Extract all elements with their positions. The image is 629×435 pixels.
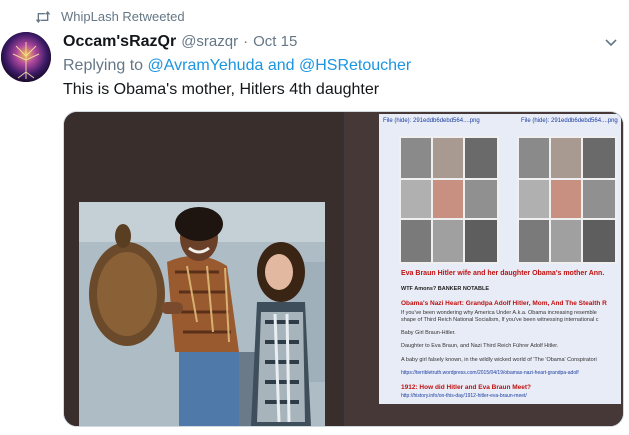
retweet-label[interactable]: WhipLash Retweeted: [61, 9, 185, 24]
doc-paragraph: shape of Third Reich National Socialism,…: [401, 317, 599, 323]
retweet-icon: [35, 10, 51, 24]
reply-and: and: [263, 57, 299, 74]
user-handle[interactable]: @srazqr: [181, 33, 238, 50]
more-options-chevron-icon[interactable]: [603, 34, 619, 50]
screenshot-page: File (hide): 291eddb6debd564....png File…: [379, 114, 621, 404]
media-photo-right[interactable]: File (hide): 291eddb6debd564....png File…: [344, 112, 623, 426]
doc-heading: Obama's Nazi Heart: Grandpa Adolf Hitler…: [401, 300, 607, 307]
tweet-media[interactable]: File (hide): 291eddb6debd564....png File…: [63, 111, 624, 427]
file-label: File (hide): 291eddb6debd564....png: [521, 118, 618, 124]
reply-user-link[interactable]: @AvramYehuda: [148, 57, 264, 74]
collage-image: [399, 136, 499, 264]
doc-caption: Eva Braun Hitler wife and her daughter O…: [401, 270, 605, 277]
tweet-header: Occam'sRazQr @srazqr · Oct 15: [63, 33, 297, 51]
display-name[interactable]: Occam'sRazQr: [63, 33, 176, 51]
avatar[interactable]: [1, 32, 51, 82]
collage-image: [517, 136, 617, 264]
media-photo-left[interactable]: [64, 112, 342, 426]
tweet-text: This is Obama's mother, Hitlers 4th daug…: [63, 81, 380, 98]
doc-line: Baby Girl Braun-Hitler.: [401, 330, 456, 336]
doc-line: WTF Amons? BANKER NOTABLE: [401, 286, 489, 292]
doc-line: A baby girl falsely known, in the wildly…: [401, 357, 597, 363]
doc-link: https://terribletruth.wordpress.com/2015…: [401, 370, 579, 376]
file-label: File (hide): 291eddb6debd564....png: [383, 118, 480, 124]
reply-prefix: Replying to: [63, 57, 148, 74]
reply-user-link[interactable]: @HSRetoucher: [299, 57, 411, 74]
doc-paragraph: If you've been wondering why America Und…: [401, 310, 597, 316]
separator-dot: ·: [243, 33, 249, 50]
doc-line: Daughter to Eva Braun, and Nazi Third Re…: [401, 343, 559, 349]
doc-link: http://history.info/on-this-day/1912-hit…: [401, 393, 527, 399]
retweet-bar: WhipLash Retweeted: [35, 9, 185, 24]
doc-heading: 1912: How did Hitler and Eva Braun Meet?: [401, 384, 532, 391]
reply-context: Replying to @AvramYehuda and @HSRetouche…: [63, 57, 411, 75]
timestamp[interactable]: Oct 15: [253, 33, 297, 50]
photo-frame: [79, 202, 325, 426]
